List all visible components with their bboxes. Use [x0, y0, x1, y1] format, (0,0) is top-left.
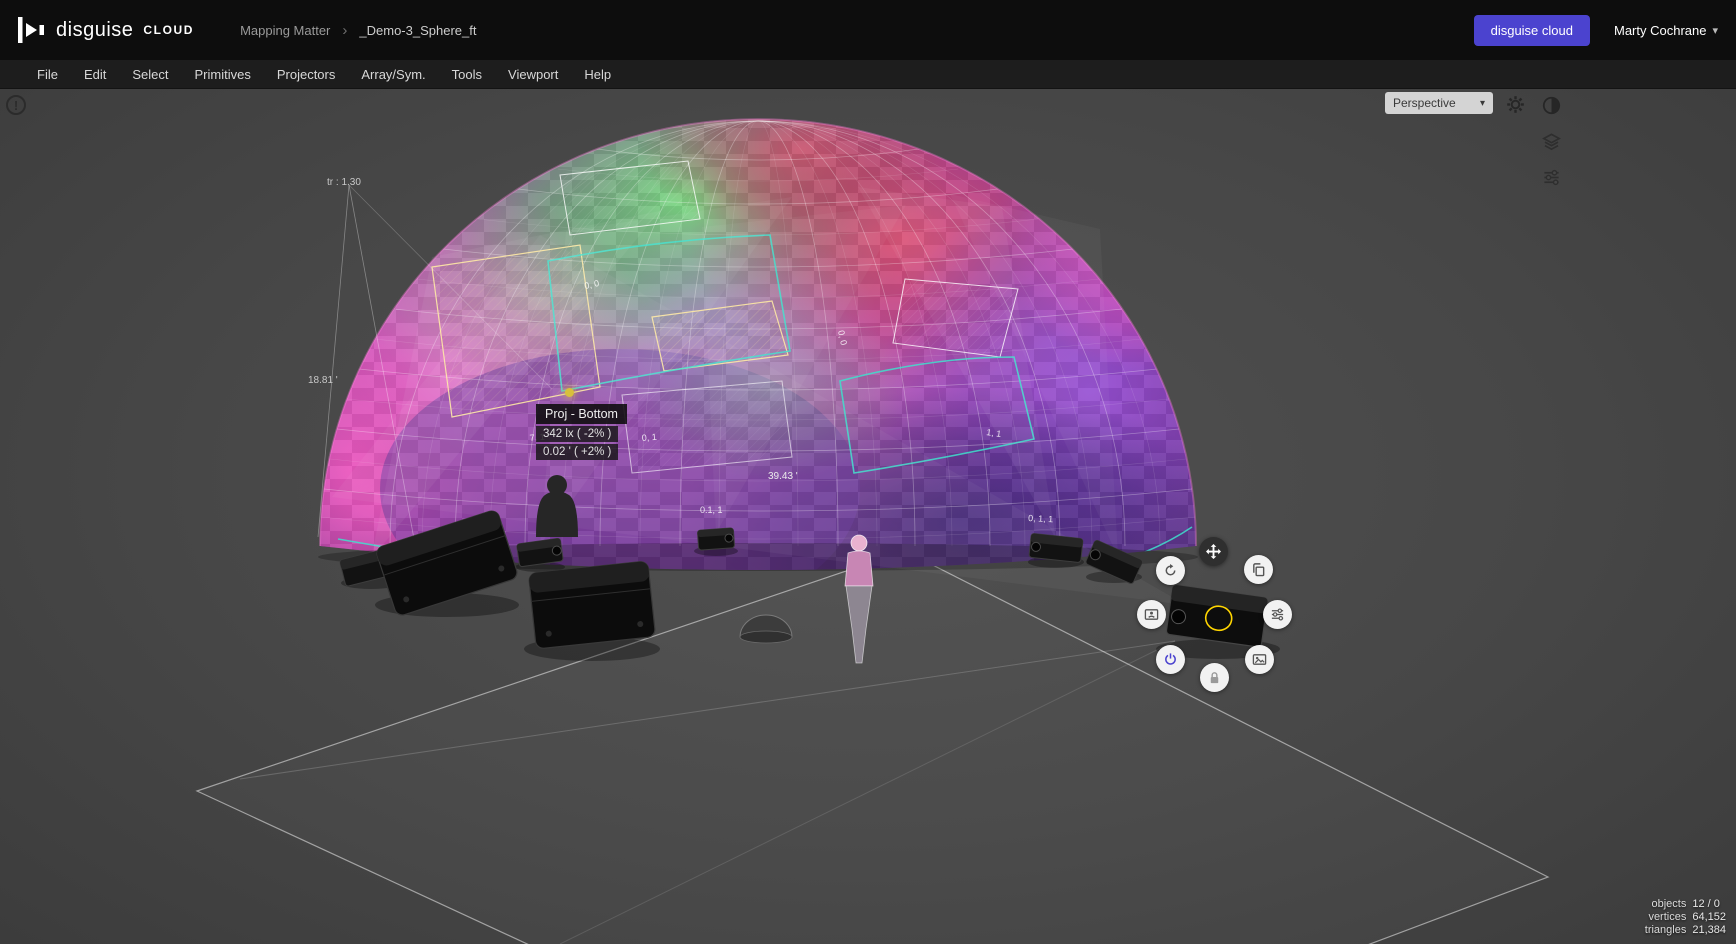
projector[interactable]: [697, 527, 735, 551]
probe-title: Proj - Bottom: [536, 404, 627, 424]
menu-item-tools[interactable]: Tools: [439, 60, 495, 88]
menu-item-primitives[interactable]: Primitives: [182, 60, 264, 88]
menu-item-projectors[interactable]: Projectors: [264, 60, 349, 88]
breadcrumb-project[interactable]: _Demo-3_Sphere_ft: [359, 23, 476, 38]
chevron-down-icon: ▾: [1479, 97, 1485, 109]
mapping-matter-app: disguise CLOUD Mapping Matter › _Demo-3_…: [0, 0, 1736, 944]
breadcrumb-separator-icon: ›: [342, 21, 348, 39]
scene-3d[interactable]: 0, 0 0, 0 7, 1 0, 1 1, 1 0, 1, 1 0.1, 1 …: [0, 89, 1736, 944]
height-dimension-label: 18.81 ': [308, 375, 338, 386]
display-adjust-sliders-icon[interactable]: [1540, 166, 1562, 188]
throw-ratio-label: tr : 1.30: [327, 177, 361, 188]
flight-case[interactable]: [528, 561, 656, 649]
move-tool-button[interactable]: [1199, 537, 1228, 566]
user-name: Marty Cochrane: [1613, 22, 1707, 38]
top-bar-right: disguise cloud Marty Cochrane ▾: [1473, 14, 1718, 46]
menu-item-help[interactable]: Help: [571, 60, 624, 88]
stat-label: triangles: [1644, 924, 1687, 936]
breadcrumb-app[interactable]: Mapping Matter: [240, 23, 330, 38]
lock-button[interactable]: [1200, 663, 1229, 692]
layers-icon[interactable]: [1540, 130, 1562, 152]
duplicate-tool-button[interactable]: [1244, 555, 1273, 584]
stat-label: objects: [1651, 898, 1687, 910]
camera-mode-value: Perspective: [1393, 96, 1456, 110]
probe-pixel-size: 0.02 ' ( +2% ): [536, 444, 619, 460]
brand-name: disguise: [56, 18, 134, 41]
warning-icon[interactable]: !: [6, 95, 26, 115]
disguise-logo-icon[interactable]: [18, 16, 44, 44]
probe-illuminance: 342 lx ( -2% ): [536, 426, 619, 442]
menu-bar: File Edit Select Primitives Projectors A…: [0, 60, 1736, 89]
menu-item-viewport[interactable]: Viewport: [495, 60, 571, 88]
selected-projector[interactable]: [1165, 584, 1269, 648]
rotate-tool-button[interactable]: [1156, 556, 1185, 585]
menu-item-array-sym[interactable]: Array/Sym.: [348, 60, 438, 88]
menu-item-edit[interactable]: Edit: [71, 60, 119, 88]
camera-mode-select[interactable]: Perspective ▾: [1385, 92, 1493, 114]
settings-gear-icon[interactable]: [1504, 93, 1526, 115]
viewport-3d[interactable]: 0, 0 0, 0 7, 1 0, 1 1, 1 0, 1, 1 0.1, 1 …: [0, 89, 1736, 944]
projector[interactable]: [1028, 533, 1084, 563]
menu-item-file[interactable]: File: [24, 60, 71, 88]
stat-value: 12 / 0: [1692, 898, 1720, 910]
user-menu[interactable]: Marty Cochrane ▾: [1614, 23, 1718, 38]
test-image-button[interactable]: [1245, 645, 1274, 674]
properties-sliders-button[interactable]: [1263, 600, 1292, 629]
chevron-down-icon: ▾: [1712, 24, 1718, 37]
probe-tooltip: Proj - Bottom 342 lx ( -2% ) 0.02 ' ( +2…: [536, 404, 627, 460]
probe-point-marker: [565, 388, 574, 397]
stat-value: 64,152: [1692, 911, 1726, 923]
top-bar: disguise CLOUD Mapping Matter › _Demo-3_…: [0, 0, 1736, 60]
power-toggle-button[interactable]: [1156, 645, 1185, 674]
preview-display-button[interactable]: [1137, 600, 1166, 629]
brand-badge: CLOUD: [143, 23, 195, 37]
shading-contrast-icon[interactable]: [1540, 94, 1562, 116]
stat-label: vertices: [1648, 911, 1687, 923]
stat-value: 21,384: [1692, 924, 1726, 936]
menu-item-select[interactable]: Select: [119, 60, 181, 88]
scene-stats: objects 12 / 0 vertices 64,152 triangles…: [1645, 898, 1726, 936]
breadcrumb: Mapping Matter › _Demo-3_Sphere_ft: [240, 22, 476, 39]
disguise-cloud-button[interactable]: disguise cloud: [1473, 14, 1590, 46]
